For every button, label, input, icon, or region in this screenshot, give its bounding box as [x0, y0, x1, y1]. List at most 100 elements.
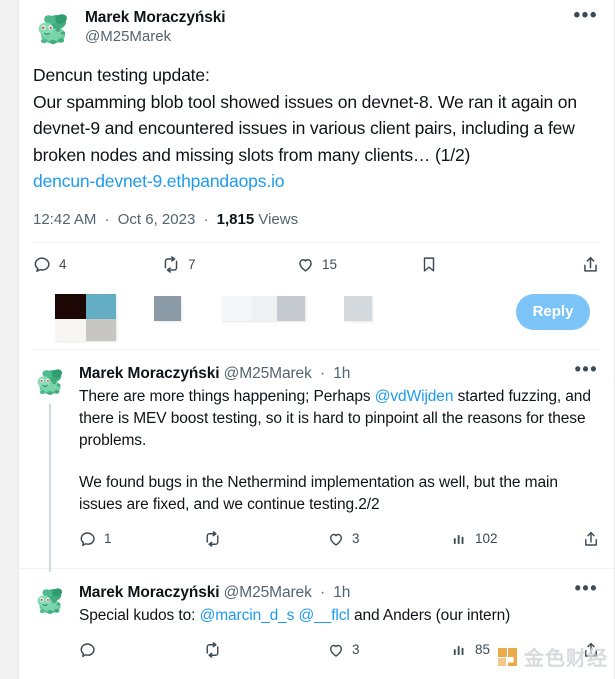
reply-count: 4 — [59, 256, 67, 272]
display-name[interactable]: Marek Moraczyński — [79, 584, 220, 601]
swatch-silver — [277, 295, 305, 321]
main-tweet-text: Dencun testing update: Our spamming blob… — [19, 48, 614, 195]
like-count: 3 — [352, 642, 360, 657]
tweet-external-link[interactable]: dencun-devnet-9.ethpandaops.io — [33, 168, 600, 195]
avatar[interactable] — [33, 582, 67, 617]
reply-paragraph: There are more things happening; Perhaps… — [79, 386, 600, 452]
tweet-line: Dencun testing update: — [33, 65, 210, 85]
text-segment: Special kudos to: — [79, 606, 200, 624]
tweet-line: Our spamming blob tool showed issues on … — [33, 91, 577, 112]
thread-connector-line — [49, 403, 51, 572]
meta-separator: · — [104, 210, 110, 228]
text-segment: There are more things happening; Perhaps — [79, 387, 375, 405]
tweet-line: broken nodes and missing slots from many… — [33, 144, 471, 165]
display-name[interactable]: Marek Moraczyński — [85, 8, 226, 27]
tweet-meta: 12:42 AM · Oct 6, 2023 · 1,815 Views — [19, 195, 614, 228]
reply-paragraph: Special kudos to: @marcin_d_s @__flcl an… — [79, 605, 600, 627]
more-options-icon[interactable]: ••• — [575, 360, 598, 378]
share-icon — [582, 530, 600, 548]
jinse-logo-icon — [497, 646, 519, 668]
like-icon — [327, 641, 345, 659]
header-separator: · — [319, 583, 326, 601]
swatch-lightgray — [86, 318, 116, 341]
views-count: 102 — [475, 531, 498, 546]
like-count: 3 — [352, 531, 360, 546]
swatch-offwhite — [55, 318, 86, 341]
bookmark-icon — [420, 255, 438, 274]
reply-action[interactable] — [79, 641, 203, 659]
tweet-timestamp: 12:42 AM — [33, 210, 97, 228]
screenshot-root: Marek Moraczyński @M25Marek ••• Dencun t… — [0, 0, 615, 679]
relative-time: 1h — [333, 583, 351, 601]
watermark: 金色财经 — [497, 642, 608, 671]
tweet-column: Marek Moraczyński @M25Marek ••• Dencun t… — [18, 0, 615, 679]
reply-icon — [79, 641, 97, 659]
reply-header: Marek Moraczyński @M25Marek · 1h — [79, 364, 600, 384]
like-icon — [327, 530, 345, 548]
handle[interactable]: @M25Marek — [224, 584, 312, 601]
header-separator: · — [319, 364, 326, 382]
mention-link[interactable]: @marcin_d_s — [200, 607, 295, 624]
reply-avatar-column — [33, 363, 67, 572]
retweet-action[interactable] — [203, 641, 327, 659]
swatch-palegray — [344, 295, 372, 321]
swatch-whitesmoke-1 — [222, 295, 252, 321]
reply-text: Special kudos to: @marcin_d_s @__flcl an… — [79, 605, 600, 627]
mention-link[interactable]: @__flcl — [299, 607, 350, 624]
tweet-line: devnet-9 and encountered issues in vario… — [33, 118, 575, 138]
relative-time: 1h — [333, 364, 351, 382]
like-action[interactable]: 3 — [327, 530, 451, 548]
more-options-icon[interactable]: ••• — [575, 579, 598, 597]
handle[interactable]: @M25Marek — [224, 365, 312, 382]
retweet-icon — [203, 641, 222, 659]
main-tweet-header: Marek Moraczyński @M25Marek ••• — [19, 0, 614, 48]
reply-count: 1 — [104, 531, 112, 546]
main-tweet-identity: Marek Moraczyński @M25Marek — [85, 8, 226, 47]
reply-action-bar: 1 3 102 — [79, 520, 600, 558]
reply-action[interactable]: 4 — [33, 255, 161, 274]
reply-icon — [33, 255, 52, 274]
reply-paragraph: We found bugs in the Nethermind implemen… — [79, 473, 558, 513]
swatch-whitesmoke-2 — [252, 295, 277, 321]
display-name[interactable]: Marek Moraczyński — [79, 365, 220, 382]
like-action[interactable]: 3 — [327, 641, 451, 659]
views-count: 85 — [475, 642, 491, 657]
swatch-dark — [55, 293, 86, 319]
reply-avatar-column — [33, 582, 67, 669]
swatch-bluegray — [154, 295, 181, 321]
watermark-text: 金色财经 — [524, 646, 608, 670]
avatar[interactable] — [33, 363, 67, 398]
reply-item: Marek Moraczyński @M25Marek · 1h There a… — [19, 350, 614, 572]
views-count: 1,815 — [216, 210, 255, 228]
views-action[interactable]: 102 — [451, 530, 571, 548]
like-action[interactable]: 15 — [296, 255, 420, 274]
views-icon — [451, 530, 468, 548]
views-icon — [451, 641, 468, 659]
reply-text: There are more things happening; Perhaps… — [79, 386, 600, 516]
retweet-action[interactable] — [203, 530, 327, 548]
reply-content: Marek Moraczyński @M25Marek · 1h There a… — [79, 364, 600, 558]
share-action[interactable] — [582, 530, 600, 548]
retweet-icon — [203, 530, 222, 548]
text-segment: and Anders (our intern) — [349, 606, 511, 624]
tweet-date: Oct 6, 2023 — [117, 210, 196, 228]
more-options-icon[interactable]: ••• — [574, 6, 598, 25]
reply-header: Marek Moraczyński @M25Marek · 1h — [79, 583, 600, 603]
mention-link[interactable]: @vdWijden — [375, 388, 454, 405]
bookmark-action[interactable] — [420, 255, 545, 274]
reply-icon — [79, 530, 97, 548]
retweet-icon — [161, 255, 181, 274]
color-swatch-row: Reply — [33, 286, 600, 350]
meta-separator: · — [203, 210, 209, 228]
share-icon — [581, 255, 600, 274]
share-action[interactable] — [581, 255, 600, 274]
retweet-count: 7 — [188, 256, 196, 272]
reply-button[interactable]: Reply — [516, 293, 590, 330]
reply-action[interactable]: 1 — [79, 530, 203, 548]
views-label: Views — [258, 210, 299, 228]
avatar[interactable] — [33, 8, 73, 48]
handle[interactable]: @M25Marek — [85, 28, 225, 47]
main-tweet-action-bar: 4 7 15 — [33, 241, 600, 286]
like-icon — [296, 255, 315, 274]
retweet-action[interactable]: 7 — [161, 255, 296, 274]
